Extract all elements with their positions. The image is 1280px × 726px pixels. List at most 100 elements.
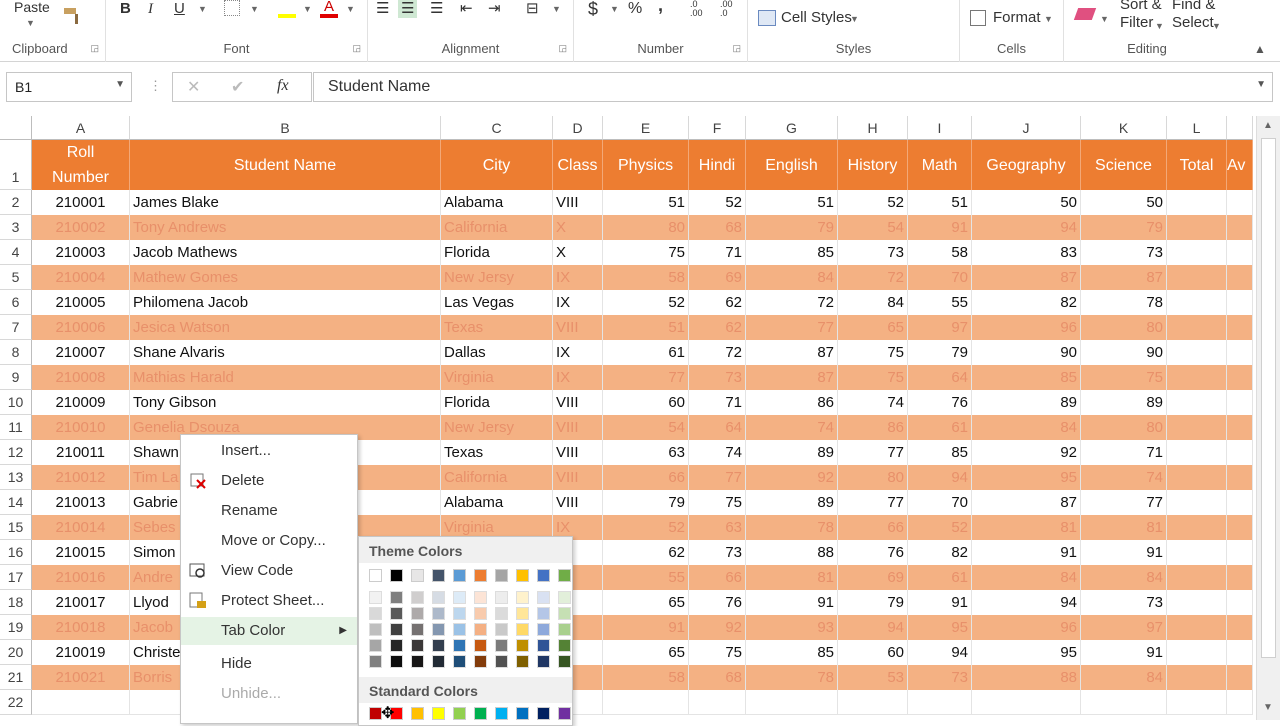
- table-cell[interactable]: [1227, 215, 1253, 240]
- table-cell[interactable]: [1167, 340, 1227, 365]
- select-button[interactable]: Select: [1172, 14, 1214, 32]
- table-cell[interactable]: 61: [603, 340, 689, 365]
- table-cell[interactable]: 84: [1081, 565, 1167, 590]
- theme-color-swatch[interactable]: [516, 569, 529, 582]
- table-cell[interactable]: 94: [908, 640, 972, 665]
- theme-color-swatch[interactable]: [432, 607, 445, 620]
- table-cell[interactable]: 96: [972, 615, 1081, 640]
- table-cell[interactable]: [1227, 415, 1253, 440]
- menu-item-hide[interactable]: Hide: [181, 650, 357, 678]
- table-cell[interactable]: 77: [603, 365, 689, 390]
- table-cell[interactable]: [972, 690, 1081, 715]
- table-cell[interactable]: [1227, 615, 1253, 640]
- formula-bar-grip-icon[interactable]: ⋮: [149, 78, 162, 94]
- table-header-cell[interactable]: Physics: [603, 140, 689, 190]
- increase-decimal-icon[interactable]: .0.00: [690, 0, 703, 18]
- row-header[interactable]: 22: [0, 690, 32, 715]
- table-cell[interactable]: 79: [838, 590, 908, 615]
- table-cell[interactable]: 79: [603, 490, 689, 515]
- theme-color-swatch[interactable]: [411, 655, 424, 668]
- table-cell[interactable]: 210017: [32, 590, 130, 615]
- row-header[interactable]: 10: [0, 390, 32, 415]
- theme-color-swatch[interactable]: [390, 623, 403, 636]
- paste-dropdown-icon[interactable]: ▼: [26, 14, 35, 32]
- table-cell[interactable]: [1167, 540, 1227, 565]
- table-cell[interactable]: 50: [972, 190, 1081, 215]
- clear-dropdown-icon[interactable]: ▼: [1100, 10, 1109, 28]
- table-cell[interactable]: [1167, 465, 1227, 490]
- row-header[interactable]: 12: [0, 440, 32, 465]
- table-cell[interactable]: [838, 690, 908, 715]
- percent-button[interactable]: %: [628, 0, 642, 18]
- table-cell[interactable]: 62: [689, 315, 746, 340]
- theme-color-swatch[interactable]: [453, 569, 466, 582]
- table-cell[interactable]: 78: [746, 665, 838, 690]
- table-header-cell[interactable]: Geography: [972, 140, 1081, 190]
- table-cell[interactable]: Shane Alvaris: [130, 340, 441, 365]
- row-header[interactable]: 2: [0, 190, 32, 215]
- table-cell[interactable]: [689, 690, 746, 715]
- column-header-f[interactable]: F: [689, 116, 746, 140]
- table-cell[interactable]: 210003: [32, 240, 130, 265]
- table-cell[interactable]: [1167, 440, 1227, 465]
- scrollbar-thumb[interactable]: [1261, 138, 1276, 658]
- column-header-h[interactable]: H: [838, 116, 908, 140]
- table-cell[interactable]: 52: [689, 190, 746, 215]
- theme-color-swatch[interactable]: [495, 569, 508, 582]
- table-cell[interactable]: 91: [908, 215, 972, 240]
- table-cell[interactable]: 74: [746, 415, 838, 440]
- table-cell[interactable]: 91: [908, 590, 972, 615]
- comma-button[interactable]: ,: [658, 0, 663, 14]
- table-cell[interactable]: 210007: [32, 340, 130, 365]
- theme-color-swatch[interactable]: [453, 591, 466, 604]
- table-cell[interactable]: 92: [689, 615, 746, 640]
- table-header-cell[interactable]: City: [441, 140, 553, 190]
- table-cell[interactable]: [1167, 690, 1227, 715]
- table-cell[interactable]: 65: [838, 315, 908, 340]
- table-cell[interactable]: Las Vegas: [441, 290, 553, 315]
- table-cell[interactable]: 80: [838, 465, 908, 490]
- table-cell[interactable]: X: [553, 240, 603, 265]
- row-header[interactable]: 15: [0, 515, 32, 540]
- table-cell[interactable]: [1167, 240, 1227, 265]
- table-cell[interactable]: 68: [689, 215, 746, 240]
- theme-color-swatch[interactable]: [474, 569, 487, 582]
- table-cell[interactable]: 84: [972, 415, 1081, 440]
- theme-color-swatch[interactable]: [558, 639, 571, 652]
- table-cell[interactable]: 210013: [32, 490, 130, 515]
- theme-color-swatch[interactable]: [453, 639, 466, 652]
- table-cell[interactable]: [1227, 540, 1253, 565]
- table-cell[interactable]: 74: [1081, 465, 1167, 490]
- table-cell[interactable]: 69: [689, 265, 746, 290]
- theme-color-swatch[interactable]: [516, 607, 529, 620]
- table-cell[interactable]: 90: [972, 340, 1081, 365]
- table-cell[interactable]: [1167, 515, 1227, 540]
- align-right-icon[interactable]: ☰: [430, 0, 443, 18]
- table-cell[interactable]: 61: [908, 415, 972, 440]
- table-cell[interactable]: 71: [1081, 440, 1167, 465]
- table-cell[interactable]: 210001: [32, 190, 130, 215]
- table-cell[interactable]: [1167, 190, 1227, 215]
- table-header-cell[interactable]: Total: [1167, 140, 1227, 190]
- expand-formula-bar-icon[interactable]: ▼: [1256, 79, 1266, 90]
- insert-function-icon[interactable]: fx: [277, 77, 289, 95]
- find-button[interactable]: Find &: [1172, 0, 1215, 14]
- name-box[interactable]: B1 ▼: [6, 72, 132, 102]
- theme-color-swatch[interactable]: [474, 623, 487, 636]
- theme-color-swatch[interactable]: [432, 569, 445, 582]
- table-header-cell[interactable]: English: [746, 140, 838, 190]
- theme-color-swatch[interactable]: [369, 655, 382, 668]
- borders-dropdown-icon[interactable]: ▼: [250, 0, 259, 18]
- table-cell[interactable]: VIII: [553, 440, 603, 465]
- merge-dropdown-icon[interactable]: ▼: [552, 0, 561, 18]
- table-cell[interactable]: [1167, 390, 1227, 415]
- table-cell[interactable]: [1167, 415, 1227, 440]
- table-cell[interactable]: [1227, 640, 1253, 665]
- table-cell[interactable]: VIII: [553, 490, 603, 515]
- table-cell[interactable]: 88: [972, 665, 1081, 690]
- cancel-icon[interactable]: ✕: [187, 77, 200, 97]
- theme-color-swatch[interactable]: [411, 639, 424, 652]
- row-header[interactable]: 1: [0, 140, 32, 190]
- table-cell[interactable]: [1227, 290, 1253, 315]
- theme-color-swatch[interactable]: [516, 655, 529, 668]
